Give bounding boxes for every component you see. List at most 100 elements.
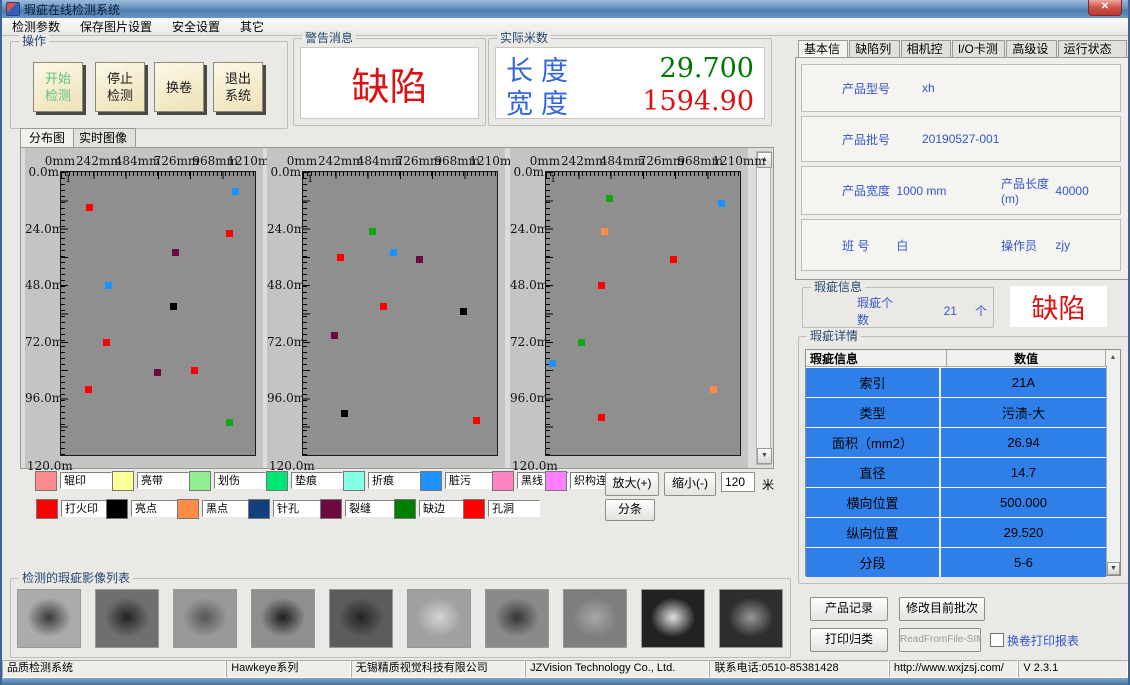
tab-运行状态信息[interactable]: 运行状态信息 [1058,40,1127,58]
detail-key: 类型 [806,398,941,427]
defect-thumbnail-2[interactable] [95,589,159,648]
table-scroll-up-icon[interactable]: ▲ [1105,350,1120,366]
defect-map-plot-1: 0mm242mm484mm726mm968mm1210mm0.0m24.0m48… [25,148,263,468]
menu-item-0[interactable]: 检测参数 [2,19,70,35]
defect-thumbnail-1[interactable] [17,589,81,648]
op-button-2[interactable]: 换卷 [154,62,204,112]
defect-alert: 缺陷 [1010,286,1107,327]
defect-thumbnail-7[interactable] [485,589,549,648]
op-button-3[interactable]: 退出 系统 [213,62,263,112]
defect-marker[interactable] [390,249,397,256]
print-report-checkbox[interactable] [990,633,1004,647]
defect-marker[interactable] [380,303,387,310]
scroll-down-arrow-icon[interactable]: ▼ [757,448,772,464]
defect-thumbnail-4[interactable] [251,589,315,648]
menu-item-2[interactable]: 安全设置 [162,19,230,35]
plot-section-label: 1 [307,174,313,185]
detail-row-0[interactable]: 索引21A [806,368,1106,397]
print-classify-button[interactable]: 打印归类 [810,628,888,652]
tab-分布图[interactable]: 分布图 [20,128,74,147]
y-tick-label: 72.0m [25,335,59,349]
detail-row-1[interactable]: 类型污渍-大 [806,398,1106,427]
detail-row-6[interactable]: 分段5-6 [806,548,1106,577]
defect-marker[interactable] [86,204,93,211]
plot-area[interactable]: 1 [60,171,256,456]
defect-marker[interactable] [710,386,717,393]
window-title: 瑕疵在线检测系统 [24,1,120,18]
defect-detail-group: 瑕疵详情 瑕疵信息 数值 ▲ 索引21A类型污渍-大面积（mm2）26.94直径… [798,336,1130,584]
tab-缺陷列表[interactable]: 缺陷列表 [849,40,899,58]
detail-row-2[interactable]: 面积（mm2）26.94 [806,428,1106,457]
defect-marker[interactable] [226,419,233,426]
plot-area[interactable]: 1 [302,171,498,456]
product-row-2: 产品宽度1000 mm产品长度(m)40000 [801,166,1121,215]
defect-thumbnail-3[interactable] [173,589,237,648]
meters-input[interactable]: 120 [721,472,755,492]
split-button[interactable]: 分条 [605,499,655,521]
tab-高级设置[interactable]: 高级设置 [1006,40,1056,58]
defect-thumbnail-5[interactable] [329,589,393,648]
defect-marker[interactable] [598,282,605,289]
defect-marker[interactable] [718,200,725,207]
legend-swatch-脏污 [420,471,442,491]
product-record-button[interactable]: 产品记录 [810,597,888,621]
defect-marker[interactable] [105,282,112,289]
tab-实时图像[interactable]: 实时图像 [70,128,136,147]
y-major-ticks [61,172,68,455]
plots-vertical-scrollbar[interactable]: ▲ ▼ [756,151,771,465]
defect-marker[interactable] [549,360,556,367]
defect-count-unit: 个 [975,302,987,319]
defect-thumbnail-6[interactable] [407,589,471,648]
menu-item-3[interactable]: 其它 [230,19,274,35]
defect-thumbnail-10[interactable] [719,589,783,648]
defect-thumbnail-9[interactable] [641,589,705,648]
defect-marker[interactable] [85,386,92,393]
table-scroll-down-icon[interactable]: ▼ [1107,562,1120,575]
defect-marker[interactable] [369,228,376,235]
tab-基本信息[interactable]: 基本信息 [798,40,848,58]
defect-marker[interactable] [170,303,177,310]
defect-marker[interactable] [191,367,198,374]
op-button-0[interactable]: 开始 检测 [33,62,83,112]
table-scrollbar[interactable]: ▼ [1106,366,1120,575]
defect-marker[interactable] [226,230,233,237]
y-major-ticks [546,172,553,455]
tab-相机控制[interactable]: 相机控制 [901,40,951,58]
close-button[interactable]: ✕ [1088,0,1122,16]
defect-marker[interactable] [103,339,110,346]
op-button-1[interactable]: 停止 检测 [95,62,145,112]
product-value: zjy [1055,238,1120,252]
zoom-out-button[interactable]: 缩小(-) [664,472,716,496]
warning-group: 警告消息 缺陷 [293,38,486,126]
legend-swatch-亮带 [112,471,134,491]
y-tick-label: 0.0m [510,165,544,179]
detail-row-3[interactable]: 直径14.7 [806,458,1106,487]
defect-marker[interactable] [331,332,338,339]
defect-marker[interactable] [460,308,467,315]
detail-row-5[interactable]: 纵向位置29.520 [806,518,1106,547]
defect-marker[interactable] [606,195,613,202]
tab-I/O卡测试[interactable]: I/O卡测试 [952,40,1005,58]
product-value: 40000 [1055,184,1120,198]
thumbnail-group: 检测的瑕疵影像列表 [10,578,791,658]
defect-marker[interactable] [578,339,585,346]
defect-marker[interactable] [601,228,608,235]
defect-marker[interactable] [341,410,348,417]
defect-marker[interactable] [416,256,423,263]
defect-marker[interactable] [598,414,605,421]
defect-marker[interactable] [154,369,161,376]
detail-key: 面积（mm2） [806,428,941,457]
modify-batch-button[interactable]: 修改目前批次 [899,597,985,621]
defect-marker[interactable] [337,254,344,261]
product-value: 20190527-001 [922,132,1017,146]
plot-area[interactable]: 1 [545,171,741,456]
menu-item-1[interactable]: 保存图片设置 [70,19,162,35]
zoom-in-button[interactable]: 放大(+) [605,472,659,496]
defect-marker[interactable] [670,256,677,263]
defect-marker[interactable] [232,188,239,195]
defect-marker[interactable] [473,417,480,424]
defect-map-plot-3: 0mm242mm484mm726mm968mm1210mm0.0m24.0m48… [510,148,748,468]
defect-thumbnail-8[interactable] [563,589,627,648]
detail-row-4[interactable]: 横向位置500.000 [806,488,1106,517]
defect-marker[interactable] [172,249,179,256]
